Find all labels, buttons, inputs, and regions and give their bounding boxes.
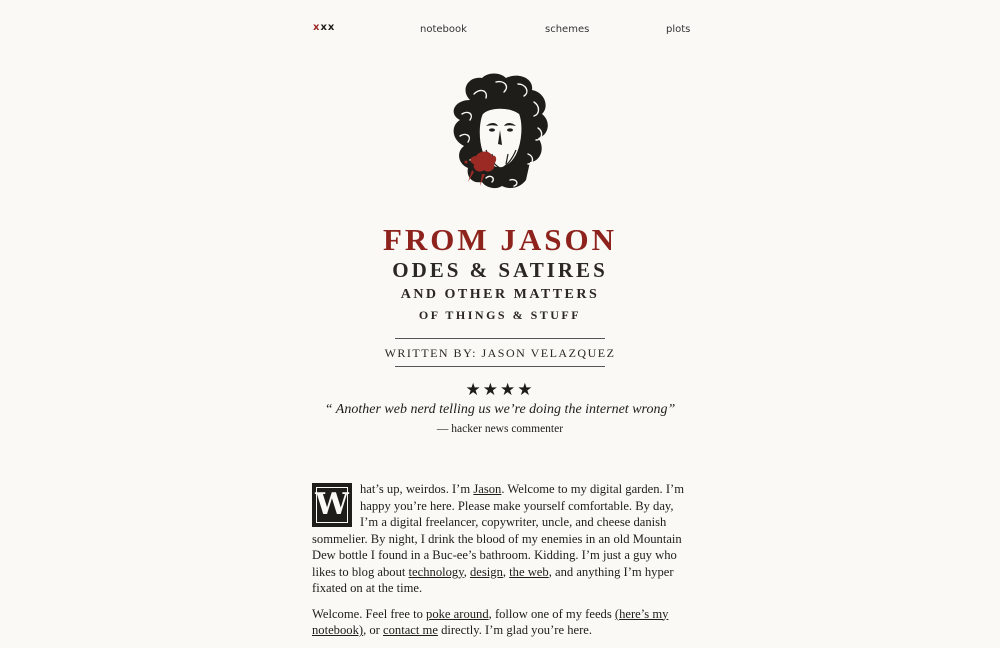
poke-around-link[interactable]: poke around — [426, 607, 489, 621]
review-quote: “ Another web nerd telling us we’re doin… — [324, 402, 676, 417]
nav-plots-link[interactable]: plots — [666, 24, 690, 35]
dropcap-letter: W — [315, 486, 349, 523]
byline: WRITTEN BY: JASON VELAZQUEZ — [384, 346, 616, 360]
jason-link[interactable]: Jason — [473, 482, 501, 496]
logo-x-dark: xx — [320, 22, 336, 33]
intro-paragraph-2: Welcome. Feel free to poke around, follo… — [312, 606, 688, 639]
intro-text: W hat’s up, weirdos. I’m Jason. Welcome … — [312, 481, 688, 648]
contact-link[interactable]: contact me — [383, 623, 438, 637]
nav-schemes-link[interactable]: schemes — [545, 24, 589, 35]
design-link[interactable]: design — [470, 565, 503, 579]
page-subtitle-secondary: AND OTHER MATTERS — [400, 287, 600, 302]
byline-divider-bottom — [395, 366, 605, 367]
portrait-illustration — [453, 73, 548, 189]
dropcap-w: W — [312, 483, 352, 527]
quote-attribution: — hacker news commenter — [436, 423, 564, 435]
text-segment: Welcome. Feel free to — [312, 606, 427, 621]
page-subtitle-tertiary: OF THINGS & STUFF — [418, 308, 582, 322]
star-rating: ★★★★ — [465, 380, 535, 399]
site-logo[interactable]: xxx — [313, 22, 335, 33]
byline-divider-top — [395, 338, 605, 339]
technology-link[interactable]: technology — [409, 565, 464, 579]
top-nav: xxx notebook schemes plots — [0, 22, 1000, 38]
nav-notebook-link[interactable]: notebook — [420, 24, 467, 35]
page-subtitle: ODES & SATIRES — [392, 258, 608, 282]
text-segment: directly. I’m glad you’re here. — [437, 623, 593, 637]
text-segment: , follow one of my feeds — [488, 606, 615, 621]
text-segment: , or — [363, 623, 384, 637]
text-segment: hat’s up, weirdos. I’m — [360, 482, 474, 496]
intro-paragraph-1: hat’s up, weirdos. I’m Jason. Welcome to… — [312, 481, 688, 597]
the-web-link[interactable]: the web — [509, 565, 549, 579]
page-title: FROM JASON — [382, 222, 618, 257]
